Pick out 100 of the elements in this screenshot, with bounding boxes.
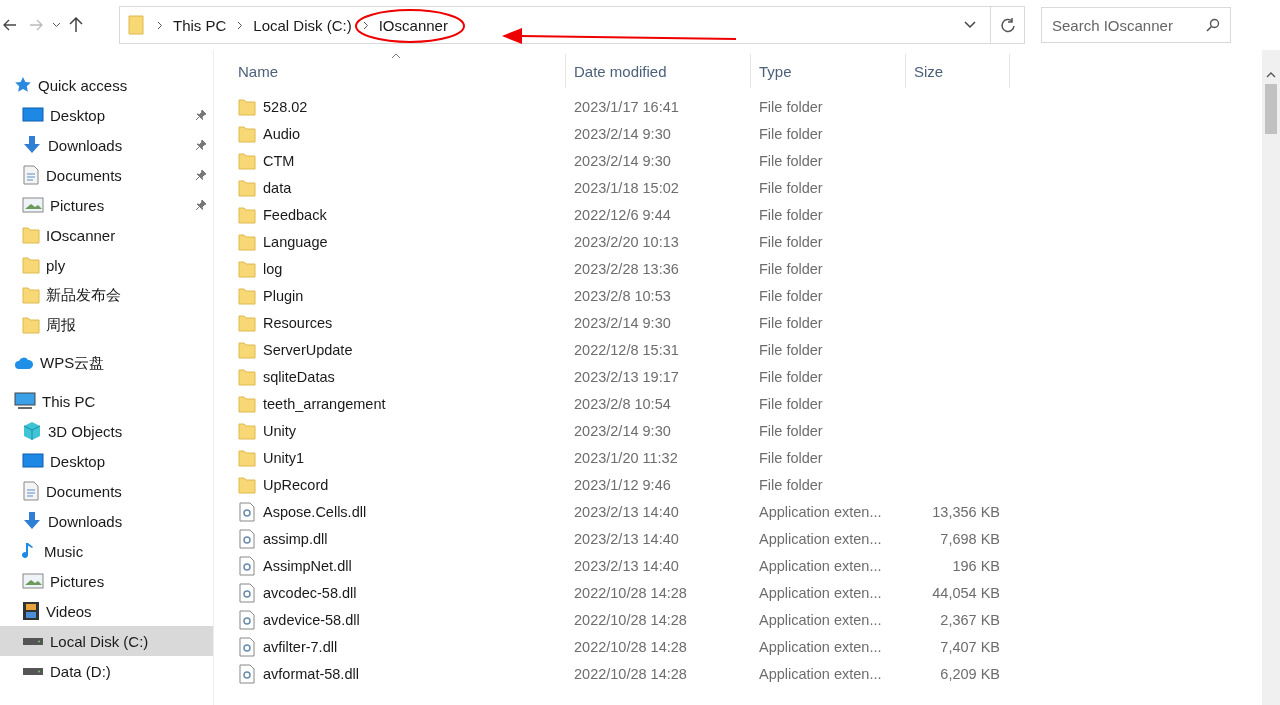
sidebar-item[interactable]: Videos — [0, 596, 213, 626]
date-cell: 2023/2/28 13:36 — [574, 260, 679, 277]
type-cell: File folder — [759, 341, 823, 358]
folder-icon — [238, 447, 256, 468]
date-cell: 2022/10/28 14:28 — [574, 638, 687, 655]
search-icon — [1206, 18, 1220, 32]
sidebar-item[interactable]: WPS云盘 — [0, 348, 213, 378]
size-cell: 44,054 KB — [932, 584, 1000, 601]
sidebar-item[interactable]: Pictures — [0, 566, 213, 596]
date-cell: 2023/2/14 9:30 — [574, 152, 671, 169]
sidebar-item[interactable]: Quick access — [0, 70, 213, 100]
file-name[interactable]: avformat-58.dll — [263, 665, 359, 682]
forward-arrow-icon — [29, 19, 43, 31]
sidebar-item[interactable]: Data (D:) — [0, 656, 213, 686]
folder-icon — [238, 123, 256, 144]
desktop-icon — [22, 452, 44, 470]
type-cell: File folder — [759, 179, 823, 196]
sidebar-item[interactable]: Music — [0, 536, 213, 566]
type-cell: File folder — [759, 152, 823, 169]
folder-icon — [238, 420, 256, 441]
type-cell: Application exten... — [759, 503, 882, 520]
search-field[interactable]: Search IOscanner — [1041, 7, 1231, 43]
date-cell: 2023/2/20 10:13 — [574, 233, 679, 250]
date-cell: 2023/2/14 9:30 — [574, 125, 671, 142]
sidebar-item[interactable]: Pictures — [0, 190, 213, 220]
size-cell: 7,698 KB — [940, 530, 1000, 547]
file-gear-icon — [238, 555, 256, 576]
chevron-icon — [157, 20, 163, 30]
sidebar-item[interactable]: Downloads — [0, 130, 213, 160]
date-cell: 2022/12/8 15:31 — [574, 341, 679, 358]
sidebar-item[interactable]: Local Disk (C:) — [0, 626, 213, 656]
date-cell: 2023/2/8 10:54 — [574, 395, 671, 412]
file-name[interactable]: avdevice-58.dll — [263, 611, 360, 628]
sidebar-item[interactable]: IOscanner — [0, 220, 213, 250]
folder-icon — [238, 150, 256, 171]
type-cell: File folder — [759, 98, 823, 115]
sidebar-item[interactable]: 新品发布会 — [0, 280, 213, 310]
folder-icon — [128, 14, 146, 36]
dropdown-caret-icon[interactable] — [964, 21, 976, 29]
cloud-icon — [14, 355, 34, 371]
file-name[interactable]: Feedback — [263, 206, 327, 223]
file-name[interactable]: ServerUpdate — [263, 341, 353, 358]
file-name[interactable]: Audio — [263, 125, 301, 142]
scrollbar[interactable] — [1262, 50, 1280, 705]
folder-icon — [238, 96, 256, 117]
sidebar-item[interactable]: 3D Objects — [0, 416, 213, 446]
sidebar-item[interactable]: This PC — [0, 386, 213, 416]
column-header[interactable]: Type — [751, 54, 906, 88]
file-name[interactable]: Resources — [263, 314, 333, 331]
breadcrumb[interactable]: Local Disk (C:) — [253, 16, 352, 34]
file-name[interactable]: log — [263, 260, 283, 277]
file-name[interactable]: CTM — [263, 152, 295, 169]
column-header[interactable]: Date modified — [566, 54, 751, 88]
file-name[interactable]: AssimpNet.dll — [263, 557, 352, 574]
sidebar-item[interactable]: Desktop — [0, 446, 213, 476]
file-name[interactable]: assimp.dll — [263, 530, 328, 547]
file-name[interactable]: Unity — [263, 422, 297, 439]
type-cell: File folder — [759, 476, 823, 493]
scrollbar-thumb[interactable] — [1265, 84, 1277, 134]
file-name[interactable]: Aspose.Cells.dll — [263, 503, 367, 520]
file-name[interactable]: avcodec-58.dll — [263, 584, 357, 601]
address-bar[interactable]: This PC Local Disk (C:) IOscanner — [119, 6, 1025, 44]
type-cell: File folder — [759, 395, 823, 412]
sidebar-item[interactable]: Documents — [0, 476, 213, 506]
file-name[interactable]: Unity1 — [263, 449, 305, 466]
date-cell: 2022/10/28 14:28 — [574, 584, 687, 601]
file-name[interactable]: data — [263, 179, 292, 196]
file-name[interactable]: teeth_arrangement — [263, 395, 386, 412]
date-cell: 2022/12/6 9:44 — [574, 206, 671, 223]
file-name[interactable]: Plugin — [263, 287, 304, 304]
column-header[interactable]: Size — [906, 54, 1010, 88]
type-cell: File folder — [759, 206, 823, 223]
breadcrumb[interactable]: This PC — [173, 16, 227, 34]
size-cell: 7,407 KB — [940, 638, 1000, 655]
sidebar-item[interactable]: Downloads — [0, 506, 213, 536]
type-cell: File folder — [759, 449, 823, 466]
folder-icon — [238, 285, 256, 306]
folder-icon — [238, 258, 256, 279]
folder-icon — [238, 231, 256, 252]
file-name[interactable]: UpRecord — [263, 476, 329, 493]
type-cell: Application exten... — [759, 638, 882, 655]
type-cell: File folder — [759, 422, 823, 439]
sidebar-item[interactable]: Documents — [0, 160, 213, 190]
date-cell: 2023/2/13 14:40 — [574, 503, 679, 520]
file-name[interactable]: sqliteDatas — [263, 368, 335, 385]
file-gear-icon — [238, 528, 256, 549]
folder-icon — [22, 315, 40, 335]
column-header[interactable]: Name — [236, 54, 566, 88]
folder-icon — [22, 225, 40, 245]
sidebar-item[interactable]: 周报 — [0, 310, 213, 340]
file-name[interactable]: Language — [263, 233, 328, 250]
file-name[interactable]: 528.02 — [263, 98, 308, 115]
file-name[interactable]: avfilter-7.dll — [263, 638, 338, 655]
sidebar-item[interactable]: Desktop — [0, 100, 213, 130]
type-cell: File folder — [759, 314, 823, 331]
document-icon — [22, 165, 40, 185]
scroll-up-icon[interactable] — [1266, 72, 1276, 78]
type-cell: Application exten... — [759, 530, 882, 547]
caret-icon — [51, 22, 61, 28]
sidebar-item[interactable]: ply — [0, 250, 213, 280]
